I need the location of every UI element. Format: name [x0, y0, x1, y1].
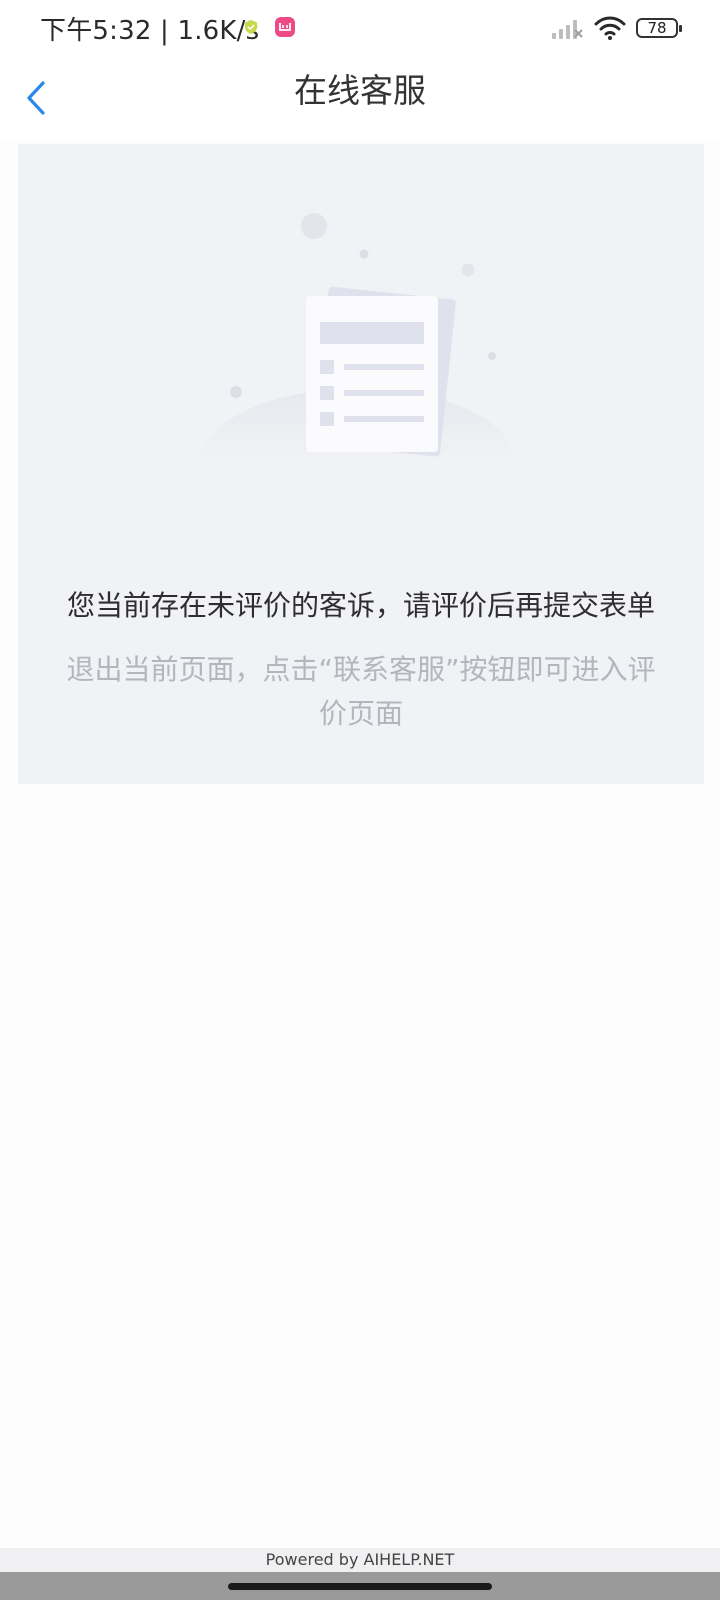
empty-state-message: 您当前存在未评价的客诉，请评价后再提交表单 [66, 589, 655, 622]
battery-icon: 78 [636, 18, 682, 38]
status-bar: 下午5:32 | 1.6K/s 78 [0, 0, 720, 56]
hint-line-1: 退出当前页面，点击“联系客服”按钮即可进入评 [66, 653, 656, 686]
hint-line-2: 价页面 [318, 697, 403, 730]
signal-icon [552, 20, 583, 39]
app-notification-icon [275, 17, 295, 37]
gesture-bar [0, 1572, 720, 1600]
empty-state-hint: 退出当前页面，点击“联系客服”按钮即可进入评 价页面 [48, 648, 674, 736]
document-empty-icon [198, 213, 518, 459]
home-gesture-handle[interactable] [228, 1583, 492, 1590]
page-title: 在线客服 [294, 71, 426, 110]
nav-bar: 在线客服 [0, 56, 720, 142]
battery-level: 78 [647, 19, 667, 37]
status-right-icons: 78 [550, 12, 682, 44]
wifi-icon [594, 16, 626, 40]
shield-check-icon [245, 20, 257, 34]
powered-by-footer: Powered by AIHELP.NET [0, 1548, 720, 1572]
status-time: 下午5:32 | 1.6K/s [40, 16, 260, 46]
empty-state-panel: 您当前存在未评价的客诉，请评价后再提交表单 退出当前页面，点击“联系客服”按钮即… [18, 144, 704, 784]
